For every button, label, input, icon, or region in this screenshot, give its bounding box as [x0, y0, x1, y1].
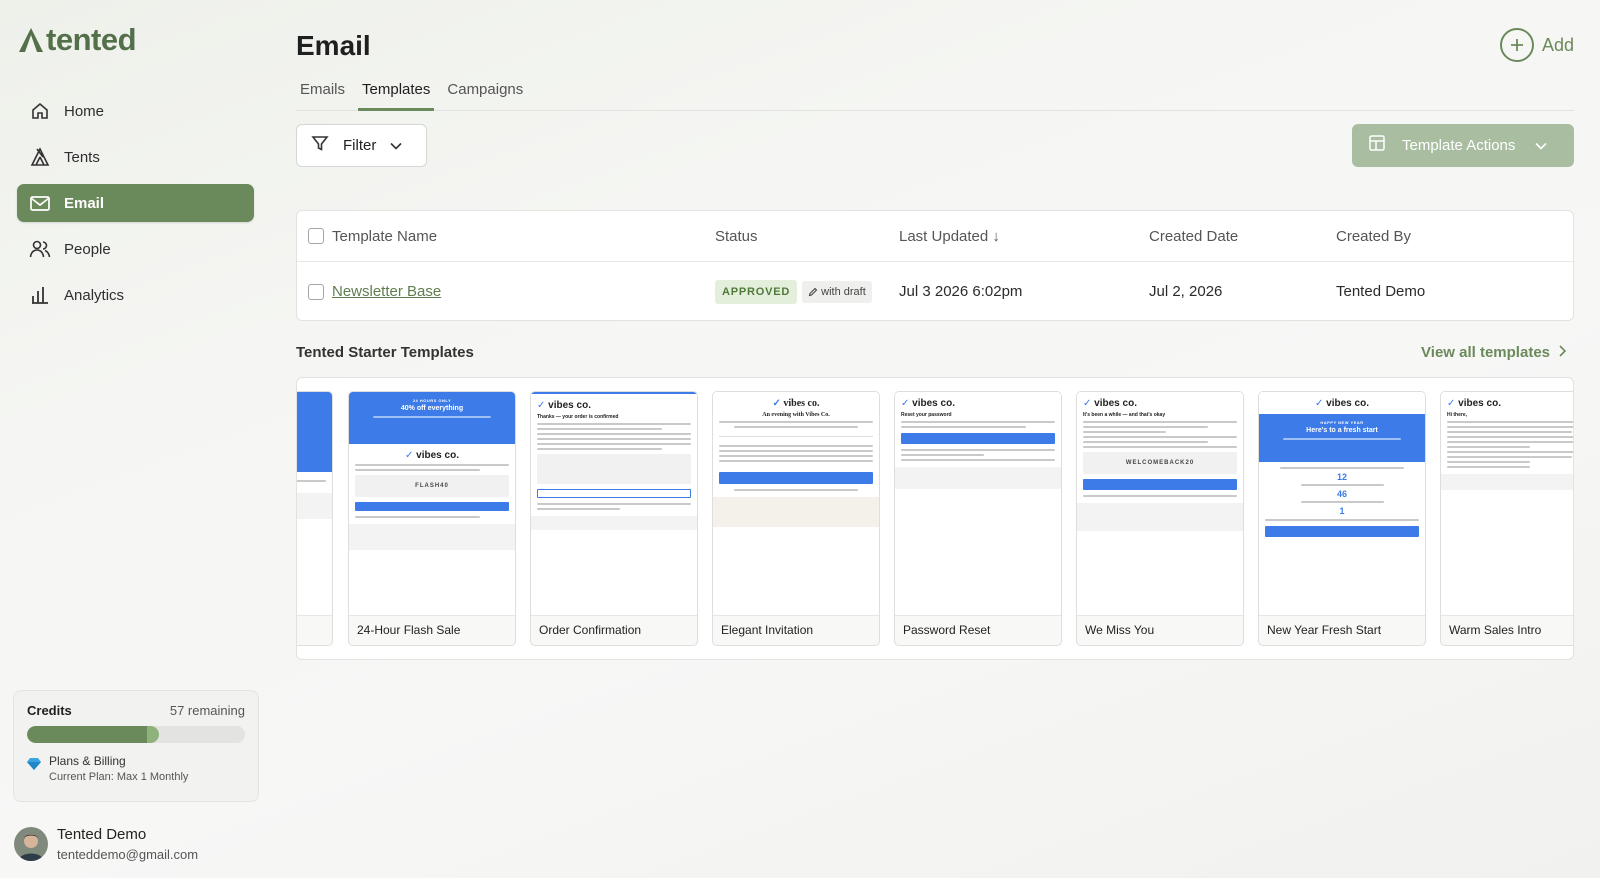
chevron-down-icon	[390, 137, 402, 155]
last-updated-value: Jul 3 2026 6:02pm	[899, 283, 1023, 300]
sidebar-item-tents[interactable]: Tents	[17, 138, 254, 176]
templates-table: Template Name Status Last Updated ↓ Crea…	[296, 210, 1574, 321]
credits-remaining: 57 remaining	[169, 703, 245, 718]
add-label: Add	[1541, 34, 1574, 55]
template-preview: ✓ vibes co. Hi there,	[1441, 392, 1573, 616]
template-preview: ✓ vibes co. An evening with Vibes Co.	[713, 392, 879, 616]
user-profile[interactable]: Tented Demo tenteddemo@gmail.com	[14, 826, 198, 862]
main-content: Email Add Emails Templates Campaigns Fil…	[296, 0, 1574, 878]
filter-label: Filter	[343, 137, 377, 154]
template-card-label: Warm Sales Intro	[1449, 623, 1542, 637]
sidebar-item-analytics[interactable]: Analytics	[17, 276, 254, 314]
sidebar-item-label: Email	[64, 194, 105, 212]
credits-title: Credits	[27, 703, 72, 718]
tab-campaigns[interactable]: Campaigns	[443, 78, 527, 111]
template-card-partial[interactable]	[297, 391, 333, 646]
credits-progress-fill	[27, 726, 150, 743]
created-date-value: Jul 2, 2026	[1149, 283, 1223, 300]
template-preview: ✓ vibes co. It's been a while — and that…	[1077, 392, 1243, 616]
created-by-value: Tented Demo	[1336, 283, 1426, 300]
template-card-label: Elegant Invitation	[721, 623, 814, 637]
analytics-icon	[29, 284, 51, 306]
template-card-label: Order Confirmation	[539, 623, 642, 637]
plans-billing-link[interactable]: Plans & Billing Current Plan: Max 1 Mont…	[27, 754, 245, 783]
row-checkbox[interactable]	[308, 262, 324, 321]
template-preview: ✓ vibes co. HAPPY NEW YEAR Here's to a f…	[1259, 392, 1425, 616]
template-preview: ✓ vibes co. Reset your password	[895, 392, 1061, 616]
chevron-right-icon	[1559, 344, 1567, 361]
column-status[interactable]: Status	[715, 211, 758, 261]
starter-templates-carousel[interactable]: 24 HOURS ONLY 40% off everything ✓ vibes…	[296, 377, 1574, 660]
template-card-label: We Miss You	[1085, 623, 1155, 637]
sidebar-item-label: Tents	[64, 148, 100, 166]
template-card-order-confirmation[interactable]: ✓ vibes co. Thanks — your order is confi…	[530, 391, 698, 646]
pencil-icon	[808, 287, 818, 296]
template-card-flash-sale[interactable]: 24 HOURS ONLY 40% off everything ✓ vibes…	[348, 391, 516, 646]
template-card-label: 24-Hour Flash Sale	[357, 623, 461, 637]
current-plan: Current Plan: Max 1 Monthly	[49, 771, 189, 783]
credits-progress-tip	[147, 726, 160, 743]
template-actions-button[interactable]: Template Actions	[1352, 124, 1574, 167]
tab-templates[interactable]: Templates	[358, 78, 435, 111]
plus-icon	[1499, 28, 1534, 62]
sidebar-item-label: Home	[64, 102, 105, 120]
select-all-checkbox[interactable]	[308, 211, 324, 261]
template-icon	[1368, 134, 1386, 157]
credits-progress-bar	[27, 726, 245, 743]
tent-icon	[29, 146, 51, 168]
sidebar-item-people[interactable]: People	[17, 230, 254, 268]
template-name-link[interactable]: Newsletter Base	[332, 283, 441, 300]
template-preview: 24 HOURS ONLY 40% off everything ✓ vibes…	[349, 392, 515, 616]
sidebar-item-home[interactable]: Home	[17, 92, 254, 130]
template-actions-label: Template Actions	[1402, 137, 1516, 154]
template-card-label: New Year Fresh Start	[1267, 623, 1382, 637]
draft-label: with draft	[821, 285, 866, 298]
chevron-down-icon	[1535, 137, 1547, 155]
view-all-templates-link[interactable]: View all templates	[1421, 344, 1567, 361]
starter-templates-title: Tented Starter Templates	[296, 344, 474, 361]
tented-logo[interactable]: tented	[18, 22, 137, 58]
user-name: Tented Demo	[57, 826, 147, 843]
plans-title: Plans & Billing	[49, 754, 126, 768]
tent-logo-icon	[19, 28, 43, 52]
template-card-warm-sales-intro[interactable]: ✓ vibes co. Hi there, Warm Sales Intro	[1440, 391, 1573, 646]
logo-wordmark: tented	[46, 22, 137, 57]
credits-panel: Credits 57 remaining Plans & Billing Cur…	[13, 690, 259, 802]
template-card-we-miss-you[interactable]: ✓ vibes co. It's been a while — and that…	[1076, 391, 1244, 646]
add-button[interactable]: Add	[1499, 28, 1574, 62]
table-row[interactable]: Newsletter Base APPROVED with draft Jul …	[297, 262, 1573, 321]
sidebar-item-label: Analytics	[64, 286, 125, 304]
template-card-new-year[interactable]: ✓ vibes co. HAPPY NEW YEAR Here's to a f…	[1258, 391, 1426, 646]
filter-icon	[311, 134, 329, 157]
mail-icon	[29, 192, 51, 214]
column-created-date[interactable]: Created Date	[1149, 211, 1238, 261]
sidebar-nav: Home Tents Email People Analytics	[17, 92, 254, 322]
template-card-elegant-invitation[interactable]: ✓ vibes co. An evening with Vibes Co. El…	[712, 391, 880, 646]
avatar	[14, 827, 48, 861]
draft-badge: with draft	[802, 280, 872, 303]
sidebar-item-label: People	[64, 240, 111, 258]
column-last-updated[interactable]: Last Updated ↓	[899, 211, 1000, 261]
page-title: Email	[296, 30, 371, 61]
email-tabs: Emails Templates Campaigns	[296, 78, 1574, 111]
filter-button[interactable]: Filter	[296, 124, 427, 167]
column-created-by[interactable]: Created By	[1336, 211, 1411, 261]
diamond-icon	[27, 757, 43, 783]
template-card-password-reset[interactable]: ✓ vibes co. Reset your password Password…	[894, 391, 1062, 646]
user-email: tenteddemo@gmail.com	[57, 847, 199, 862]
view-all-label: View all templates	[1421, 344, 1550, 361]
table-header: Template Name Status Last Updated ↓ Crea…	[297, 211, 1573, 262]
home-icon	[29, 100, 51, 122]
sidebar: tented Home Tents Email People Analytics…	[0, 0, 270, 878]
people-icon	[29, 238, 51, 260]
sidebar-item-email[interactable]: Email	[17, 184, 254, 222]
column-template-name[interactable]: Template Name	[332, 211, 437, 261]
template-preview: ✓ vibes co. Thanks — your order is confi…	[531, 392, 697, 616]
tab-emails[interactable]: Emails	[296, 78, 349, 111]
status-badge: APPROVED	[715, 279, 798, 304]
template-card-label: Password Reset	[903, 623, 991, 637]
